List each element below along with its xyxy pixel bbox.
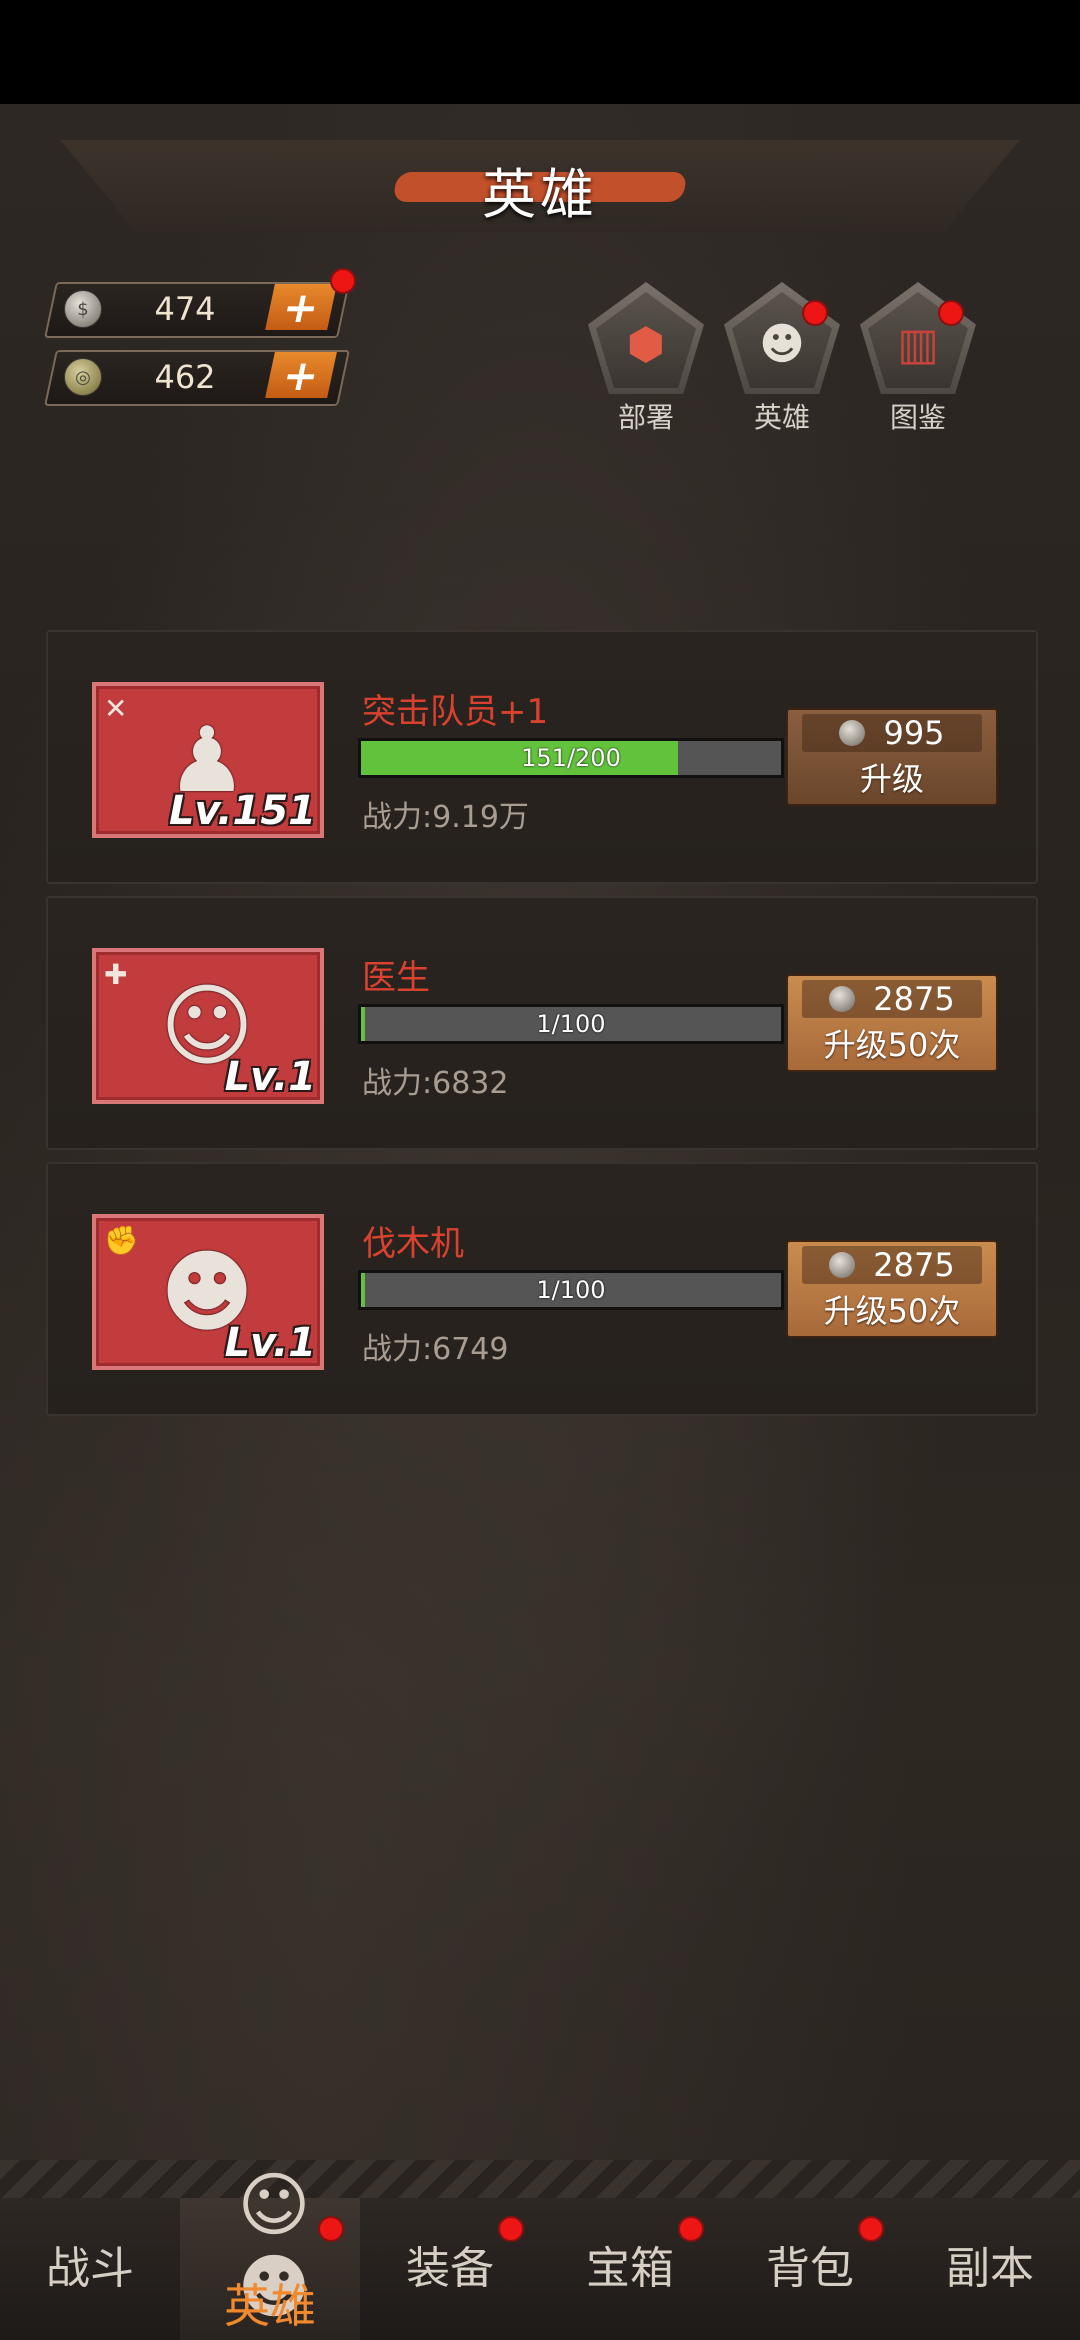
progress-bar: 151/200 [358,738,784,778]
silver-coin-icon: $ [64,290,102,328]
progress-bar: 1/100 [358,1004,784,1044]
progress-bar: 1/100 [358,1270,784,1310]
status-bar [0,0,1080,104]
currency-gold: ◎ 462 + [44,350,350,406]
hero-power: 战力:6749 [362,1332,509,1367]
notification-dot [498,2216,524,2242]
deploy-icon: ⬢ [626,318,666,370]
cost-amount: 2875 [873,1246,955,1284]
tool-label: 部署 [617,401,674,434]
nav-divider-stripe [0,2160,1080,2200]
nav-label: 英雄 [224,2279,316,2333]
nav-battle[interactable]: 战斗 [0,2198,180,2340]
silver-coin-icon [839,720,866,746]
hero-name: 伐木机 [362,1224,464,1264]
role-icon: ✕ [104,692,128,725]
cost-amount: 995 [883,714,945,752]
progress-text: 151/200 [521,744,621,772]
pentagon-face: ⬢ [596,292,696,388]
upgrade-50-button[interactable]: 2875 升级50次 [786,974,998,1072]
hero-card[interactable]: ✊ ☻ Lv.1 伐木机 1/100 战力:6749 2875 升级50次 [46,1162,1038,1416]
nav-dungeon[interactable]: 副本 [900,2198,1080,2340]
role-icon: ✊ [104,1224,139,1257]
hero-level: Lv.1 [224,1320,316,1366]
currency-silver: $ 474 + [44,282,350,338]
hero-portrait[interactable]: ✚ ☺ Lv.1 [92,948,324,1104]
hero-card[interactable]: ✕ ♟ Lv.151 突击队员+1 151/200 战力:9.19万 995 升… [46,630,1038,884]
progress-text: 1/100 [536,1276,606,1304]
hero-name: 医生 [362,958,430,998]
hero-card[interactable]: ✚ ☺ Lv.1 医生 1/100 战力:6832 2875 升级50次 [46,896,1038,1150]
role-icon: ✚ [104,958,128,991]
tool-label: 图鉴 [889,401,946,434]
gold-coin-icon: ◎ [64,358,102,396]
hero-avatars-icon: ☺☻ [237,2164,311,2328]
hero-name: 突击队员+1 [362,692,549,732]
hero-portrait[interactable]: ✊ ☻ Lv.1 [92,1214,324,1370]
upgrade-cost: 2875 [802,1246,982,1284]
notification-dot [858,2216,884,2242]
upgrade-button[interactable]: 995 升级 [786,708,998,806]
upgrade-cost: 2875 [802,980,982,1018]
add-currency-button[interactable]: + [265,283,337,332]
cost-amount: 2875 [873,980,955,1018]
page-title: 英雄 [482,163,598,226]
upgrade-50-button[interactable]: 2875 升级50次 [786,1240,998,1338]
progress-text: 1/100 [536,1010,606,1038]
tool-label: 英雄 [753,401,810,434]
upgrade-cost: 995 [802,714,982,752]
deploy-button[interactable]: ⬢ 部署 [584,282,708,434]
hero-power: 战力:9.19万 [362,800,529,835]
notification-dot [678,2216,704,2242]
notification-dot [318,2216,344,2242]
upgrade-label: 升级50次 [823,1292,961,1330]
currency-amount: 474 [154,290,216,328]
silver-coin-icon [829,1252,856,1278]
notification-dot [330,268,356,294]
notification-dot [938,300,964,326]
hero-power: 战力:6832 [362,1066,509,1101]
hero-level: Lv.1 [224,1054,316,1100]
upgrade-label: 升级50次 [823,1026,961,1064]
hero-portrait[interactable]: ✕ ♟ Lv.151 [92,682,324,838]
nav-label: 战斗 [46,2243,134,2294]
currency-amount: 462 [154,358,216,396]
nav-label: 副本 [946,2243,1034,2294]
upgrade-label: 升级 [859,760,924,798]
hero-level: Lv.151 [169,788,316,834]
notification-dot [802,300,828,326]
codex-icon: ▥ [897,318,939,370]
silver-coin-icon [829,986,856,1012]
add-currency-button[interactable]: + [265,351,337,400]
hero-icon: ☻ [759,318,805,370]
